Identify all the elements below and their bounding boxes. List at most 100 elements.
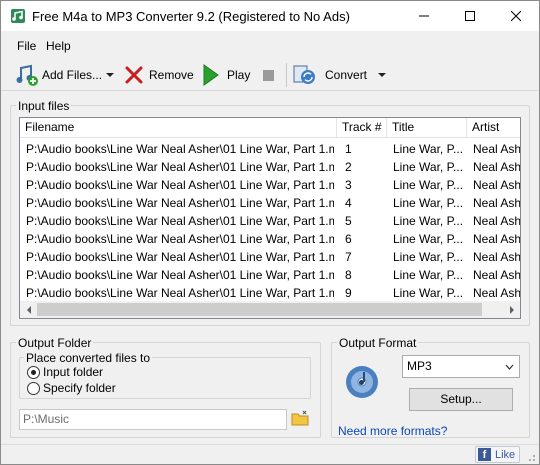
cell-artist: Neal Ashe bbox=[473, 160, 521, 174]
like-label: Like bbox=[495, 448, 516, 461]
menu-bar: File Help bbox=[1, 35, 539, 57]
close-button[interactable] bbox=[493, 1, 539, 31]
cell-title: Line War, P... bbox=[393, 178, 464, 192]
cell-filename: P:\Audio books\Line War Neal Asher\01 Li… bbox=[26, 250, 334, 264]
add-files-dropdown-icon[interactable] bbox=[106, 73, 114, 77]
input-files-label: Input files bbox=[16, 99, 72, 113]
table-row[interactable]: P:\Audio books\Line War Neal Asher\01 Li… bbox=[20, 212, 521, 230]
toolbar-separator bbox=[286, 63, 287, 87]
table-row[interactable]: P:\Audio books\Line War Neal Asher\01 Li… bbox=[20, 230, 521, 248]
toolbar: Add Files... Remove Play Convert bbox=[1, 59, 539, 91]
radio-specify-folder-indicator bbox=[27, 381, 40, 395]
list-header: Filename Track # Title Artist bbox=[20, 118, 520, 138]
table-row[interactable]: P:\Audio books\Line War Neal Asher\01 Li… bbox=[20, 194, 521, 212]
cell-filename: P:\Audio books\Line War Neal Asher\01 Li… bbox=[26, 160, 334, 174]
table-row[interactable]: P:\Audio books\Line War Neal Asher\01 Li… bbox=[20, 266, 521, 284]
input-files-list[interactable]: Filename Track # Title Artist P:\Audio b… bbox=[19, 117, 521, 319]
cell-filename: P:\Audio books\Line War Neal Asher\01 Li… bbox=[26, 268, 334, 282]
menu-help[interactable]: Help bbox=[46, 39, 71, 53]
cell-track: 4 bbox=[345, 196, 352, 210]
output-format-label: Output Format bbox=[337, 336, 419, 350]
play-label: Play bbox=[227, 68, 251, 82]
cell-artist: Neal Ashe bbox=[473, 286, 521, 300]
output-folder-label: Output Folder bbox=[16, 336, 94, 350]
cell-track: 1 bbox=[345, 142, 352, 156]
app-window: Free M4a to MP3 Converter 9.2 (Registere… bbox=[0, 0, 540, 465]
column-header-track[interactable]: Track # bbox=[337, 118, 387, 138]
column-header-title[interactable]: Title bbox=[387, 118, 467, 138]
stop-icon bbox=[263, 69, 274, 81]
radio-input-folder-indicator bbox=[27, 365, 40, 379]
cell-artist: Neal Ashe bbox=[473, 268, 521, 282]
convert-dropdown-icon[interactable] bbox=[378, 73, 386, 77]
cell-track: 9 bbox=[345, 286, 352, 300]
facebook-like-button[interactable]: f Like bbox=[475, 446, 520, 463]
place-converted-label: Place converted files to bbox=[24, 351, 153, 365]
minimize-icon bbox=[419, 15, 429, 17]
status-bar: f Like bbox=[1, 444, 539, 464]
maximize-button[interactable] bbox=[447, 1, 493, 31]
cell-track: 8 bbox=[345, 268, 352, 282]
scroll-right-icon bbox=[509, 305, 514, 314]
add-files-label: Add Files... bbox=[42, 68, 103, 82]
play-button[interactable]: Play bbox=[202, 61, 250, 89]
close-icon bbox=[511, 11, 521, 21]
output-folder-path-input[interactable]: P:\Music bbox=[19, 409, 287, 430]
scrollbar-thumb[interactable] bbox=[37, 303, 482, 316]
minimize-button[interactable] bbox=[401, 1, 447, 31]
cell-title: Line War, P... bbox=[393, 250, 464, 264]
cell-title: Line War, P... bbox=[393, 160, 464, 174]
table-row[interactable]: P:\Audio books\Line War Neal Asher\01 Li… bbox=[20, 284, 521, 302]
need-more-formats-link[interactable]: Need more formats? bbox=[338, 424, 447, 438]
table-row[interactable]: P:\Audio books\Line War Neal Asher\01 Li… bbox=[20, 140, 520, 158]
cell-track: 5 bbox=[345, 214, 352, 228]
output-format-select[interactable]: MP3 bbox=[402, 355, 520, 378]
scroll-left-icon bbox=[26, 305, 31, 314]
cell-artist: Neal Ashe bbox=[473, 232, 521, 246]
remove-icon bbox=[125, 66, 143, 84]
table-row[interactable]: P:\Audio books\Line War Neal Asher\01 Li… bbox=[20, 176, 521, 194]
menu-file[interactable]: File bbox=[17, 39, 36, 53]
horizontal-scrollbar[interactable] bbox=[20, 301, 520, 318]
cell-track: 6 bbox=[345, 232, 352, 246]
convert-label: Convert bbox=[325, 68, 368, 82]
add-files-button[interactable]: Add Files... bbox=[15, 61, 102, 89]
cell-title: Line War, P... bbox=[393, 196, 464, 210]
column-header-filename[interactable]: Filename bbox=[20, 118, 337, 138]
radio-input-folder-label: Input folder bbox=[43, 365, 104, 379]
remove-button[interactable]: Remove bbox=[124, 61, 194, 89]
column-header-artist[interactable]: Artist bbox=[467, 118, 520, 138]
cell-artist: Neal Ashe bbox=[473, 196, 521, 210]
cell-filename: P:\Audio books\Line War Neal Asher\01 Li… bbox=[26, 142, 334, 156]
cell-filename: P:\Audio books\Line War Neal Asher\01 Li… bbox=[26, 286, 334, 300]
table-row[interactable]: P:\Audio books\Line War Neal Asher\01 Li… bbox=[20, 158, 521, 176]
cell-filename: P:\Audio books\Line War Neal Asher\01 Li… bbox=[26, 232, 334, 246]
cell-filename: P:\Audio books\Line War Neal Asher\01 Li… bbox=[26, 196, 334, 210]
chevron-down-icon bbox=[505, 364, 514, 370]
table-row[interactable]: P:\Audio books\Line War Neal Asher\01 Li… bbox=[20, 248, 521, 266]
cell-track: 3 bbox=[345, 178, 352, 192]
cell-track: 7 bbox=[345, 250, 352, 264]
folder-icon bbox=[291, 410, 309, 426]
radio-specify-folder-label: Specify folder bbox=[43, 381, 116, 395]
radio-specify-folder[interactable]: Specify folder bbox=[27, 381, 116, 395]
play-icon bbox=[203, 64, 219, 86]
cell-artist: Neal Ashe bbox=[473, 214, 521, 228]
cell-track: 2 bbox=[345, 160, 352, 174]
convert-icon bbox=[293, 65, 315, 84]
stop-button[interactable] bbox=[263, 61, 274, 89]
add-music-icon bbox=[16, 64, 38, 86]
radio-input-folder[interactable]: Input folder bbox=[27, 365, 103, 379]
browse-folder-button[interactable] bbox=[291, 410, 309, 429]
convert-button[interactable]: Convert bbox=[293, 61, 367, 89]
cell-artist: Neal Ashe bbox=[473, 250, 521, 264]
resize-grip-icon[interactable] bbox=[526, 452, 536, 462]
cell-filename: P:\Audio books\Line War Neal Asher\01 Li… bbox=[26, 178, 334, 192]
cell-title: Line War, P... bbox=[393, 142, 464, 156]
setup-button[interactable]: Setup... bbox=[409, 388, 513, 411]
scroll-left-arrow[interactable] bbox=[20, 301, 37, 318]
scroll-right-arrow[interactable] bbox=[503, 301, 520, 318]
cell-artist: Neal Ashe bbox=[473, 178, 521, 192]
title-bar: Free M4a to MP3 Converter 9.2 (Registere… bbox=[1, 1, 539, 31]
cell-title: Line War, P... bbox=[393, 232, 464, 246]
